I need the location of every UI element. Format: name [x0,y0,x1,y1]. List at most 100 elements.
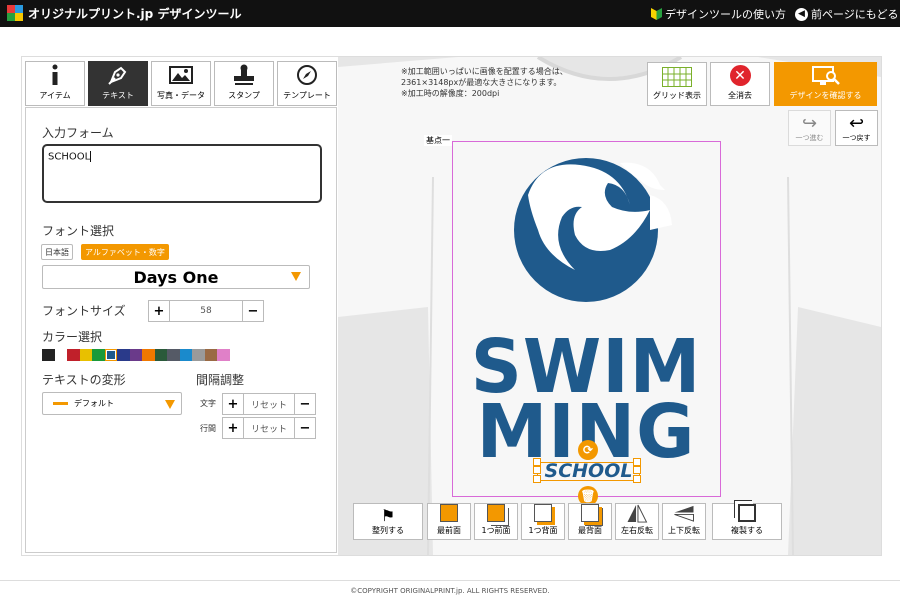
tab-label: 写真・データ [157,91,205,100]
wave-logo-icon[interactable] [500,155,675,305]
color-swatch[interactable] [104,349,117,361]
dropdown-arrow-icon [291,272,301,281]
tab-stamp[interactable]: スタンプ [214,61,274,106]
tab-template[interactable]: テンプレート [277,61,337,106]
font-size-stepper: + 58 − [148,300,264,322]
confirm-design-button[interactable]: デザインを確認する [774,62,877,106]
undo-button[interactable]: ↩ 一つ戻す [835,110,878,146]
tab-label: テンプレート [283,91,331,100]
align-icon: ⚑ [380,506,396,525]
flip-h-label: 左右反転 [621,526,653,535]
color-swatch[interactable] [192,349,205,361]
color-swatch[interactable] [154,349,167,361]
copyright-text: ©COPYRIGHT ORIGINALPRINT.jp. ALL RIGHTS … [350,587,550,595]
color-swatch[interactable] [217,349,230,361]
char-spacing-increase-button[interactable]: + [223,394,243,414]
stamp-icon [232,63,256,87]
tab-photo[interactable]: 写真・データ [151,61,211,106]
char-spacing-decrease-button[interactable]: − [295,394,315,414]
color-swatch[interactable] [129,349,142,361]
grid-toggle-button[interactable]: グリッド表示 [647,62,707,106]
color-swatch[interactable] [142,349,155,361]
resize-handle[interactable] [533,458,541,466]
send-backward-button[interactable]: 1つ背面 [521,503,565,540]
char-spacing-stepper: + リセット − [222,393,316,415]
resize-handle[interactable] [533,466,541,474]
flip-horizontal-icon [627,504,648,523]
note-line: 2361×3148pxが最適な大きさになります。 [401,78,562,87]
resize-handle[interactable] [633,458,641,466]
send-backward-icon [534,504,552,522]
font-size-label: フォントサイズ [42,304,126,318]
font-tab-japanese[interactable]: 日本語 [41,244,73,260]
back-arrow-icon: ◀ [795,7,808,21]
dropdown-arrow-icon [165,400,175,409]
resize-handle[interactable] [533,475,541,483]
font-dropdown[interactable]: Days One [42,265,310,289]
rotate-handle-icon[interactable]: ⟳ [578,440,598,460]
transform-preview-icon [53,402,68,405]
text-panel: 入力フォーム SCHOOL フォント選択 日本語 アルファベット・数字 Days… [25,107,337,553]
selected-text-school[interactable]: SCHOOL [537,460,640,482]
align-button[interactable]: ⚑ 整列する [353,503,423,540]
pen-icon [107,63,129,87]
color-swatches [42,349,230,361]
clear-all-button[interactable]: ✕ 全消去 [710,62,770,106]
line-spacing-increase-button[interactable]: + [223,418,243,438]
transform-value: デフォルト [74,399,114,408]
compass-icon [296,63,318,87]
header-bar: オリジナルプリント.jp デザインツール デザインツールの使い方 ◀ 前ページにも… [0,0,900,27]
duplicate-button[interactable]: 複製する [712,503,782,540]
redo-button[interactable]: ↪ 一つ進む [788,110,831,146]
size-decrease-button[interactable]: − [243,301,263,321]
note-line: ※加工時の解像度：200dpi [401,89,500,98]
size-increase-button[interactable]: + [149,301,169,321]
tab-text[interactable]: テキスト [88,61,148,106]
howto-link[interactable]: デザインツールの使い方 [651,6,786,22]
color-swatch[interactable] [67,349,80,361]
send-to-back-button[interactable]: 最背面 [568,503,612,540]
duplicate-icon [738,504,756,522]
color-swatch[interactable] [179,349,192,361]
input-form-label: 入力フォーム [42,126,114,140]
text-input[interactable]: SCHOOL [42,144,322,203]
color-swatch[interactable] [42,349,55,361]
bring-to-front-button[interactable]: 最前面 [427,503,471,540]
line-spacing-decrease-button[interactable]: − [295,418,315,438]
color-swatch[interactable] [204,349,217,361]
font-tab-alphanumeric[interactable]: アルファベット・数字 [81,244,169,260]
char-spacing-reset[interactable]: リセット [243,394,295,414]
color-swatch[interactable] [92,349,105,361]
tab-item[interactable]: アイテム [25,61,85,106]
resize-handle[interactable] [633,475,641,483]
flip-horizontal-button[interactable]: 左右反転 [615,503,659,540]
flip-vertical-button[interactable]: 上下反転 [662,503,706,540]
text-transform-dropdown[interactable]: デフォルト [42,392,182,415]
color-swatch[interactable] [54,349,67,361]
bring-front-icon [440,504,458,522]
backward-label: 1つ背面 [528,526,558,535]
tool-tabs: アイテム テキスト 写真・データ スタンプ テンプレート [25,61,337,106]
clear-x-icon: ✕ [729,65,751,86]
bring-forward-button[interactable]: 1つ前面 [474,503,518,540]
monitor-search-icon [811,66,840,85]
color-swatch[interactable] [117,349,130,361]
front-label: 最前面 [437,526,461,535]
grid-label: グリッド表示 [653,91,701,100]
back-link[interactable]: ◀ 前ページにもどる [795,6,899,22]
send-back-icon [581,504,599,522]
undo-arrow-icon: ↩ [848,113,865,134]
font-size-value[interactable]: 58 [169,301,243,321]
design-tool-app: オリジナルプリント.jp デザインツール デザインツールの使い方 ◀ 前ページにも… [0,0,900,600]
site-logo[interactable]: オリジナルプリント.jp デザインツール [6,4,241,22]
back-label: 前ページにもどる [811,8,899,21]
align-label: 整列する [372,526,404,535]
line-spacing-label: 行間 [200,424,216,433]
line-spacing-reset[interactable]: リセット [243,418,295,438]
char-spacing-label: 文字 [200,399,216,408]
resize-handle[interactable] [633,466,641,474]
grid-icon [662,67,692,87]
color-swatch[interactable] [167,349,180,361]
redo-arrow-icon: ↪ [801,113,818,134]
color-swatch[interactable] [79,349,92,361]
